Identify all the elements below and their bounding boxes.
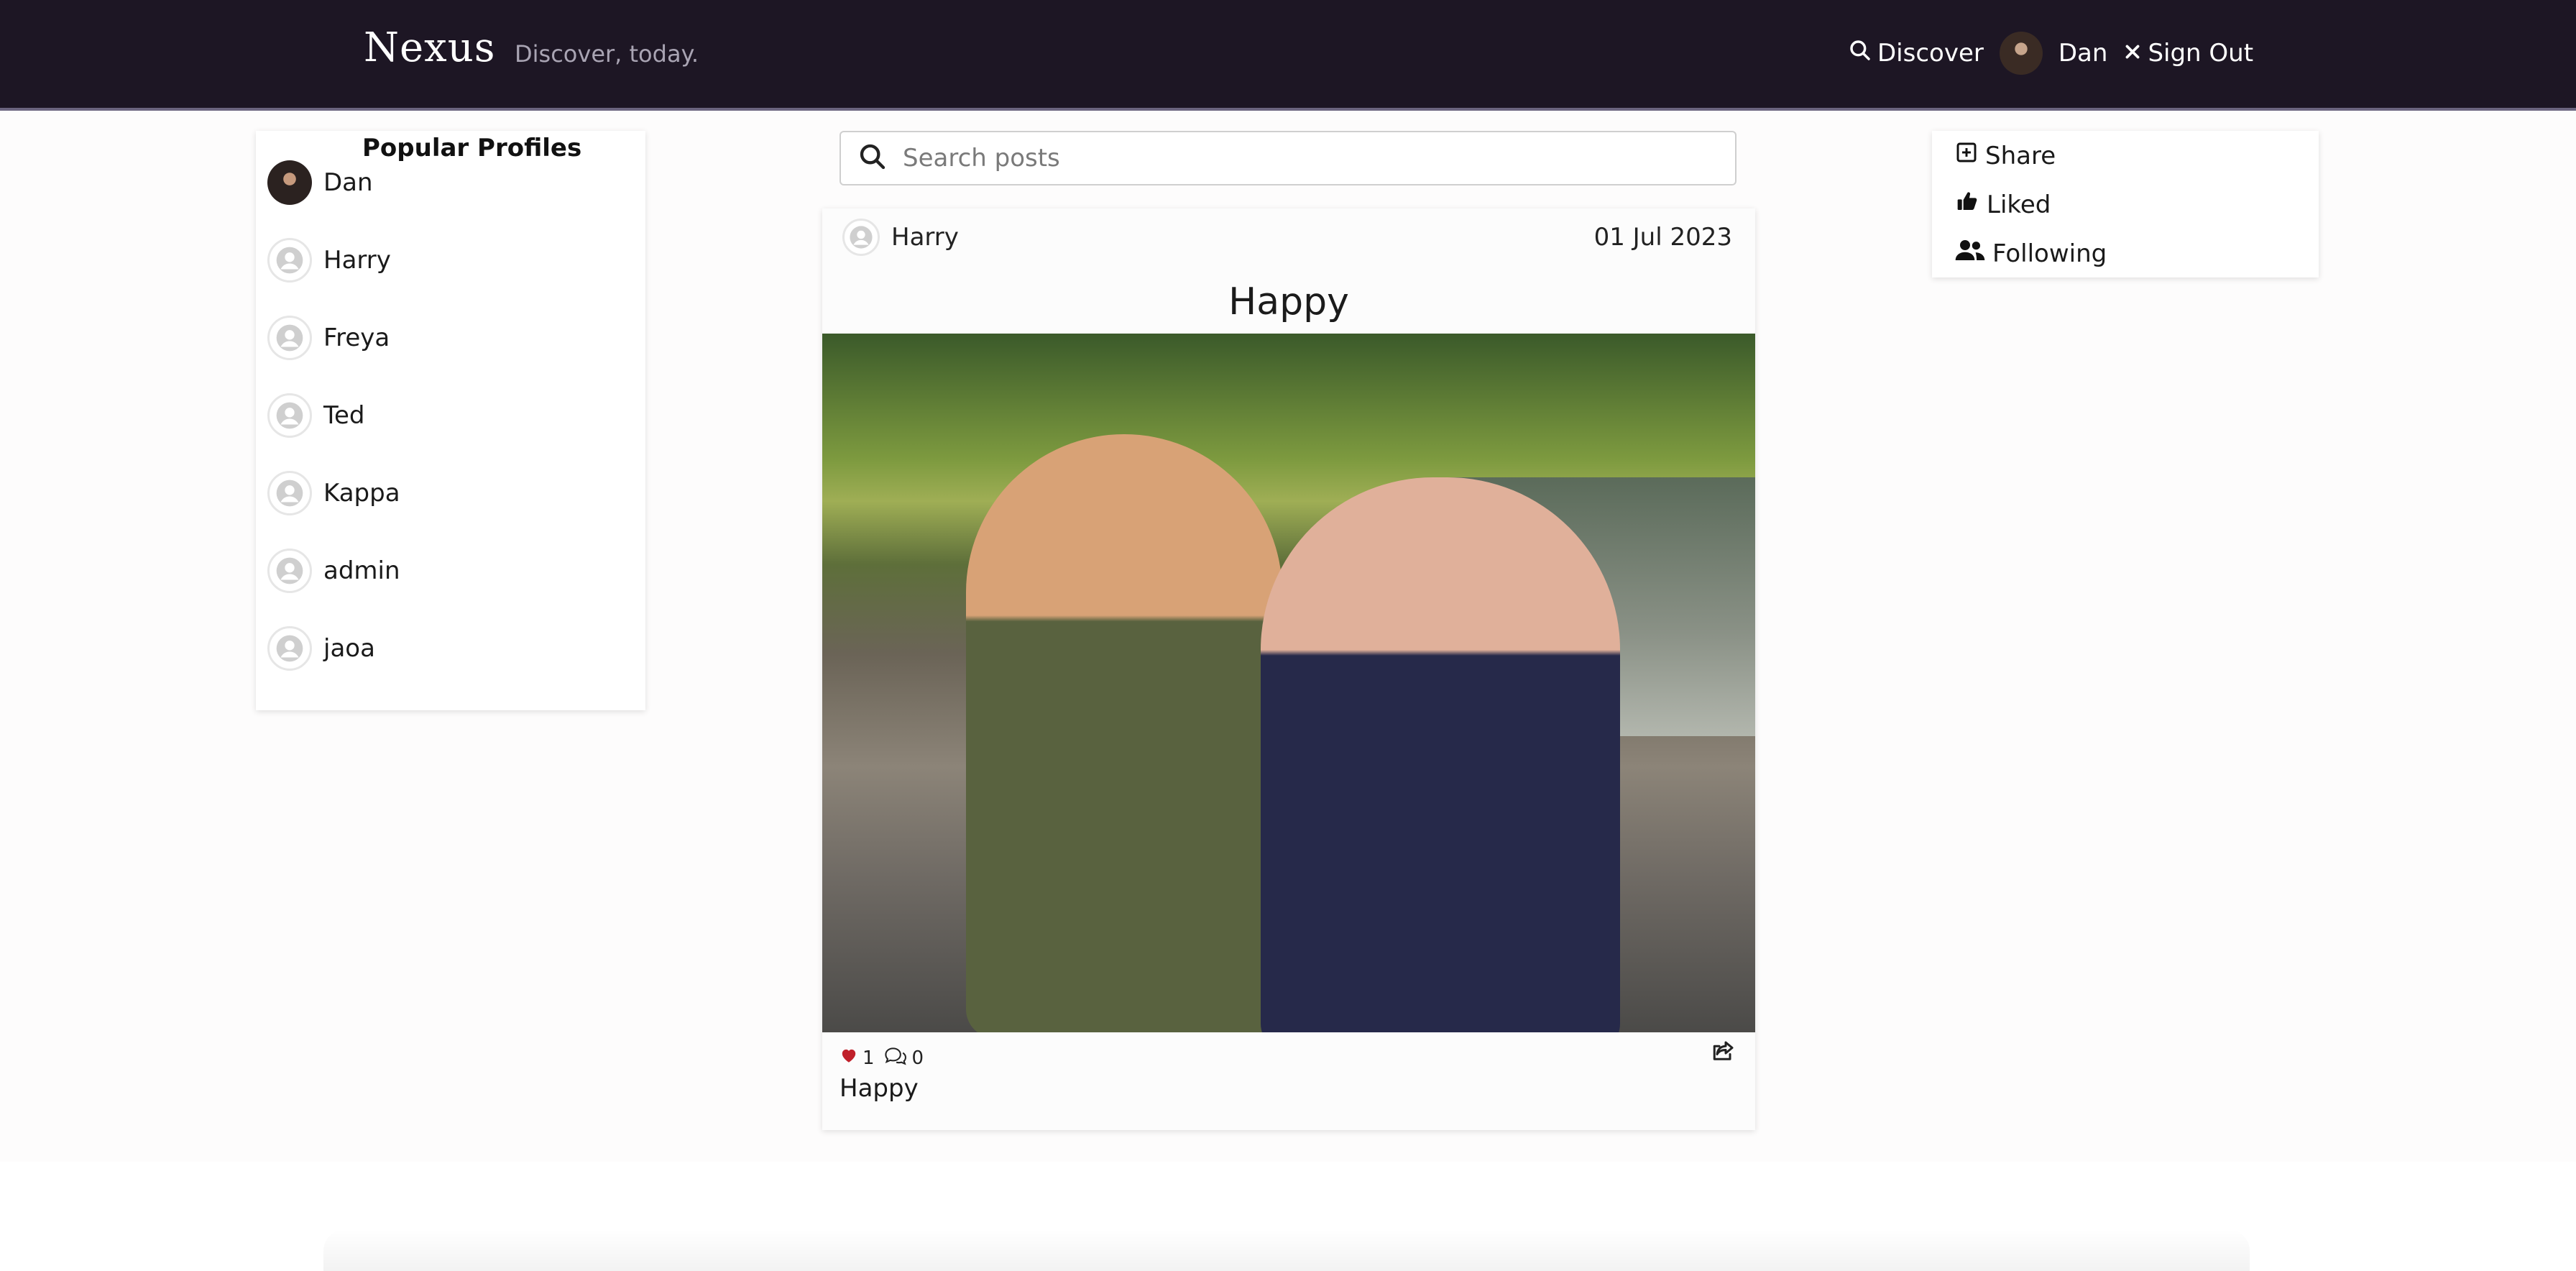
navbar-actions: Discover Dan Sign Out (1849, 32, 2253, 75)
comment-button[interactable]: 0 (883, 1045, 924, 1070)
post-card: Harry 01 Jul 2023 Happy 1 0 Happy (822, 208, 1755, 1130)
profile-item-kappa[interactable]: Kappa (267, 470, 400, 516)
menu-item-share[interactable]: Share (1955, 141, 2056, 170)
plus-square-icon (1955, 141, 1985, 170)
profile-item-ted[interactable]: Ted (267, 393, 365, 439)
search-icon (841, 142, 901, 174)
search-icon (1849, 39, 1877, 68)
heart-icon (840, 1046, 862, 1070)
post-author-name: Harry (891, 223, 959, 252)
profile-item-harry[interactable]: Harry (267, 237, 391, 283)
menu-item-label: Share (1985, 141, 2056, 170)
sign-out-label: Sign Out (2148, 39, 2254, 68)
search-input[interactable] (901, 143, 1692, 173)
post-title: Happy (1228, 280, 1349, 324)
sign-out-button[interactable]: Sign Out (2123, 39, 2253, 68)
profile-name: Dan (323, 168, 373, 197)
post-caption: Happy (840, 1074, 919, 1103)
post-actions: 1 0 (840, 1045, 932, 1070)
user-name-link[interactable]: Dan (2058, 39, 2108, 68)
profile-name: Kappa (323, 479, 400, 508)
comment-count: 0 (911, 1047, 924, 1069)
avatar (267, 160, 312, 205)
users-icon (1955, 239, 1992, 268)
menu-item-label: Liked (1987, 190, 2051, 219)
post-author-link[interactable]: Harry (842, 219, 959, 256)
top-navbar: Nexus Discover, today. Discover Dan Sign… (0, 0, 2576, 111)
default-avatar-icon (267, 238, 312, 283)
close-icon (2123, 39, 2148, 68)
like-count: 1 (862, 1047, 875, 1069)
search-bar (840, 131, 1736, 185)
footer-shadow (323, 1229, 2250, 1271)
profile-name: admin (323, 556, 400, 585)
default-avatar-icon (267, 549, 312, 593)
brand-logo[interactable]: Nexus (364, 24, 496, 71)
profile-name: Ted (323, 401, 365, 430)
menu-item-following[interactable]: Following (1955, 239, 2107, 268)
menu-item-liked[interactable]: Liked (1955, 190, 2051, 219)
default-avatar-icon (267, 393, 312, 438)
profile-name: Freya (323, 324, 390, 352)
photo-person (1261, 477, 1620, 1032)
post-date: 01 Jul 2023 (1593, 223, 1732, 252)
popular-profiles-card: Popular Profiles Dan Harry Freya Ted Kap… (256, 131, 645, 710)
share-icon (1711, 1041, 1736, 1067)
default-avatar-icon (267, 471, 312, 515)
default-avatar-icon (267, 316, 312, 360)
profile-item-jaoa[interactable]: jaoa (267, 625, 375, 671)
profile-name: Harry (323, 246, 391, 275)
profile-item-dan[interactable]: Dan (267, 160, 373, 206)
comment-icon (883, 1045, 912, 1070)
like-button[interactable]: 1 (840, 1046, 875, 1070)
sidebar-menu: Share Liked Following (1932, 131, 2319, 277)
discover-label: Discover (1877, 39, 1984, 68)
menu-item-label: Following (1992, 239, 2107, 268)
profile-item-freya[interactable]: Freya (267, 315, 390, 361)
post-photo[interactable] (822, 334, 1755, 1032)
brand-tagline: Discover, today. (515, 40, 699, 68)
photo-person (966, 434, 1282, 1032)
popular-profiles-title: Popular Profiles (362, 134, 582, 162)
share-post-button[interactable] (1711, 1038, 1736, 1067)
user-avatar[interactable] (1999, 32, 2043, 75)
profile-item-admin[interactable]: admin (267, 548, 400, 594)
default-avatar-icon (842, 219, 880, 256)
default-avatar-icon (267, 626, 312, 671)
profile-name: jaoa (323, 634, 375, 663)
discover-link[interactable]: Discover (1849, 39, 1984, 68)
thumbs-up-icon (1955, 190, 1987, 219)
